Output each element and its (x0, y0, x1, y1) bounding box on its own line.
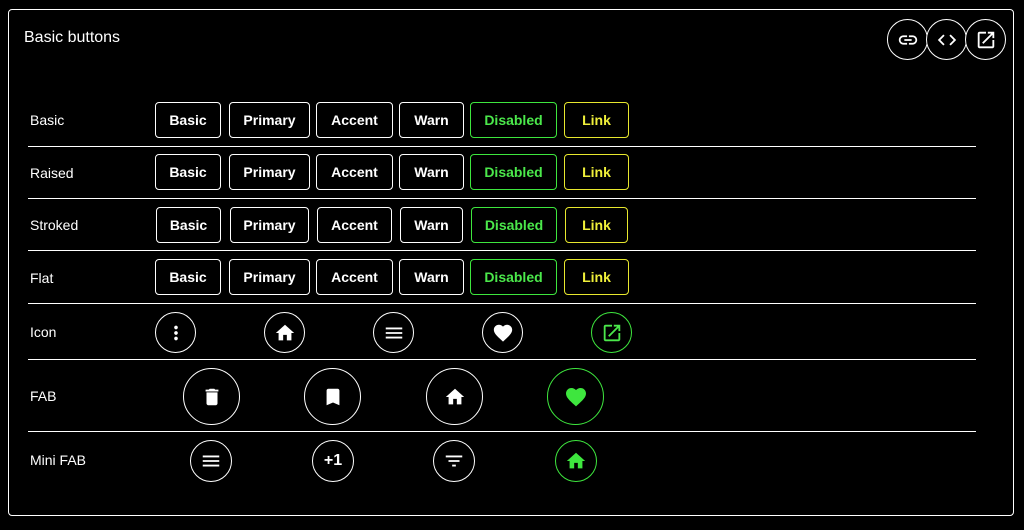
primary-button[interactable]: Primary (229, 102, 310, 138)
row-raised: Raised Basic Primary Accent Warn Disable… (28, 147, 976, 199)
delete-icon (205, 388, 218, 405)
stroked-accent-button[interactable]: Accent (317, 207, 392, 243)
row-icon: Icon (28, 304, 976, 360)
basic-button[interactable]: Basic (155, 102, 221, 138)
row-label-basic: Basic (30, 112, 65, 128)
mini-fab-filter[interactable] (433, 440, 475, 482)
row-label-stroked: Stroked (30, 217, 79, 233)
mini-fab-plus-one[interactable]: +1 (312, 440, 354, 482)
home-icon (275, 324, 294, 340)
icon-button-menu[interactable] (373, 312, 414, 353)
open-in-new-icon (603, 324, 620, 341)
stroked-basic-button[interactable]: Basic (156, 207, 221, 243)
menu-icon (202, 455, 220, 467)
menu-icon (385, 327, 402, 338)
row-basic: Basic Basic Primary Accent Warn Disabled… (28, 94, 976, 147)
stroked-disabled-button: Disabled (471, 207, 557, 243)
mini-fab-home (555, 440, 597, 482)
open-in-new-button[interactable] (965, 19, 1006, 60)
flat-warn-button[interactable]: Warn (399, 259, 464, 295)
flat-accent-button[interactable]: Accent (316, 259, 393, 295)
stroked-primary-button[interactable]: Primary (230, 207, 309, 243)
fab-favorite (547, 368, 604, 425)
flat-basic-button[interactable]: Basic (155, 259, 221, 295)
flat-primary-button[interactable]: Primary (229, 259, 310, 295)
icon-button-favorite[interactable] (482, 312, 523, 353)
open-in-new-icon (977, 31, 994, 48)
raised-primary-button[interactable]: Primary (229, 154, 310, 190)
filter-list-icon (445, 455, 463, 467)
flat-link-button[interactable]: Link (564, 259, 629, 295)
stroked-link-button[interactable]: Link (565, 207, 628, 243)
row-stroked: Stroked Basic Primary Accent Warn Disabl… (28, 199, 976, 251)
home-icon (445, 388, 464, 404)
flat-disabled-button: Disabled (470, 259, 557, 295)
fab-home[interactable] (426, 368, 483, 425)
fab-delete[interactable] (183, 368, 240, 425)
code-icon (937, 34, 956, 45)
code-button[interactable] (926, 19, 967, 60)
bookmark-icon (326, 388, 339, 405)
raised-basic-button[interactable]: Basic (155, 154, 221, 190)
favorite-icon (493, 324, 512, 342)
row-fab: FAB (28, 360, 976, 432)
raised-link-button[interactable]: Link (564, 154, 629, 190)
row-label-raised: Raised (30, 165, 74, 181)
stroked-warn-button[interactable]: Warn (400, 207, 463, 243)
icon-button-open-in-new (591, 312, 632, 353)
accent-button[interactable]: Accent (316, 102, 393, 138)
row-label-mini-fab: Mini FAB (30, 452, 87, 468)
plus-one-icon: +1 (323, 452, 343, 469)
raised-warn-button[interactable]: Warn (399, 154, 464, 190)
favorite-icon (565, 387, 586, 406)
card-title: Basic buttons (24, 29, 121, 46)
row-mini-fab: Mini FAB +1 (28, 432, 976, 494)
row-flat: Flat Basic Primary Accent Warn Disabled … (28, 251, 976, 304)
raised-disabled-button: Disabled (470, 154, 557, 190)
link-icon (898, 34, 917, 45)
icon-button-home[interactable] (264, 312, 305, 353)
home-icon (566, 452, 586, 469)
disabled-button: Disabled (470, 102, 557, 138)
row-label-flat: Flat (30, 270, 54, 286)
link-button[interactable]: Link (564, 102, 629, 138)
row-label-icon: Icon (30, 324, 57, 340)
more-vert-icon (173, 325, 178, 340)
icon-button-more[interactable] (155, 312, 196, 353)
header-actions (887, 19, 1006, 60)
warn-button[interactable]: Warn (399, 102, 464, 138)
raised-accent-button[interactable]: Accent (316, 154, 393, 190)
fab-bookmark[interactable] (304, 368, 361, 425)
link-button[interactable] (887, 19, 928, 60)
mini-fab-menu[interactable] (190, 440, 232, 482)
row-label-fab: FAB (30, 388, 57, 404)
